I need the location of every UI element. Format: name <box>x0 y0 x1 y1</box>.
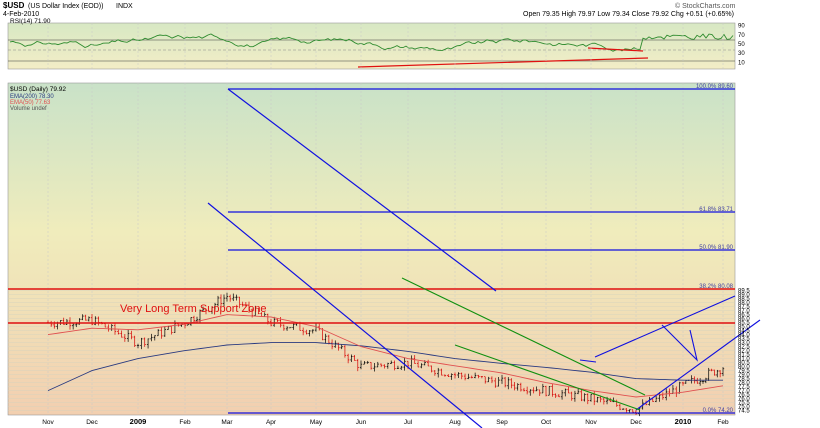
x-axis: Nov Dec 2009 Feb Mar Apr May Jun Jul Aug Sep Oct Nov… <box>42 417 729 426</box>
rsi-panel: RSI(14) 71.90 90 70 50 30 10 <box>7 18 745 70</box>
header-date: 4-Feb-2010 <box>3 11 39 18</box>
x-tick-label: Jun <box>356 419 367 426</box>
fib-label-618: 61.8% 83.71 <box>699 207 733 213</box>
usd-chart: $USD (US Dollar Index (EOD)) INDX 4-Feb-… <box>3 1 761 428</box>
rsi-tick-label: 50 <box>738 42 745 48</box>
x-tick-label: May <box>310 419 323 426</box>
rsi-tick-label: 70 <box>738 33 745 39</box>
rsi-legend: RSI(14) 71.90 <box>10 18 51 25</box>
x-tick-label: Aug <box>449 419 461 426</box>
x-tick-label: Mar <box>221 419 233 426</box>
volume-legend: Volume undef <box>10 106 47 112</box>
ohlc-readout: Open 79.35 High 79.97 Low 79.34 Close 79… <box>523 11 734 18</box>
x-tick-label: Dec <box>630 419 642 426</box>
x-tick-label: Feb <box>717 419 729 426</box>
rsi-y-axis: 90 70 50 30 10 <box>738 24 745 67</box>
x-tick-label: Feb <box>179 419 191 426</box>
rsi-tick-label: 90 <box>738 24 745 30</box>
x-tick-label: Apr <box>266 419 277 426</box>
symbol-name: (US Dollar Index (EOD)) <box>28 3 103 10</box>
symbol: $USD <box>3 1 25 10</box>
x-tick-label: Oct <box>541 419 551 426</box>
price-legend-title: $USD (Daily) 79.92 <box>10 86 66 93</box>
x-tick-label: Nov <box>42 419 54 426</box>
x-tick-label: 2009 <box>130 417 147 426</box>
x-tick-label: Dec <box>86 419 98 426</box>
y-tick-label: 74.5 <box>738 409 750 415</box>
price-y-axis: 89.589.088.588.087.587.086.586.085.585.0… <box>738 289 750 415</box>
fib-label-0: 0.0% 74.20 <box>703 408 734 414</box>
exchange: INDX <box>116 3 133 10</box>
x-tick-label: 2010 <box>675 417 692 426</box>
credit: © StockCharts.com <box>675 2 736 10</box>
rsi-tick-label: 30 <box>738 51 745 57</box>
fib-label-382: 38.2% 80.08 <box>699 284 733 290</box>
fib-label-100: 100.0% 89.60 <box>696 84 734 90</box>
x-tick-label: Sep <box>496 419 508 426</box>
price-panel: Very Long Term Support Zone $USD (Daily)… <box>7 23 761 428</box>
x-tick-label: Nov <box>585 419 597 426</box>
support-zone-label: Very Long Term Support Zone <box>120 303 267 315</box>
rsi-tick-label: 10 <box>738 60 745 66</box>
x-tick-label: Jul <box>404 419 413 426</box>
fib-label-500: 50.0% 81.90 <box>699 245 733 251</box>
